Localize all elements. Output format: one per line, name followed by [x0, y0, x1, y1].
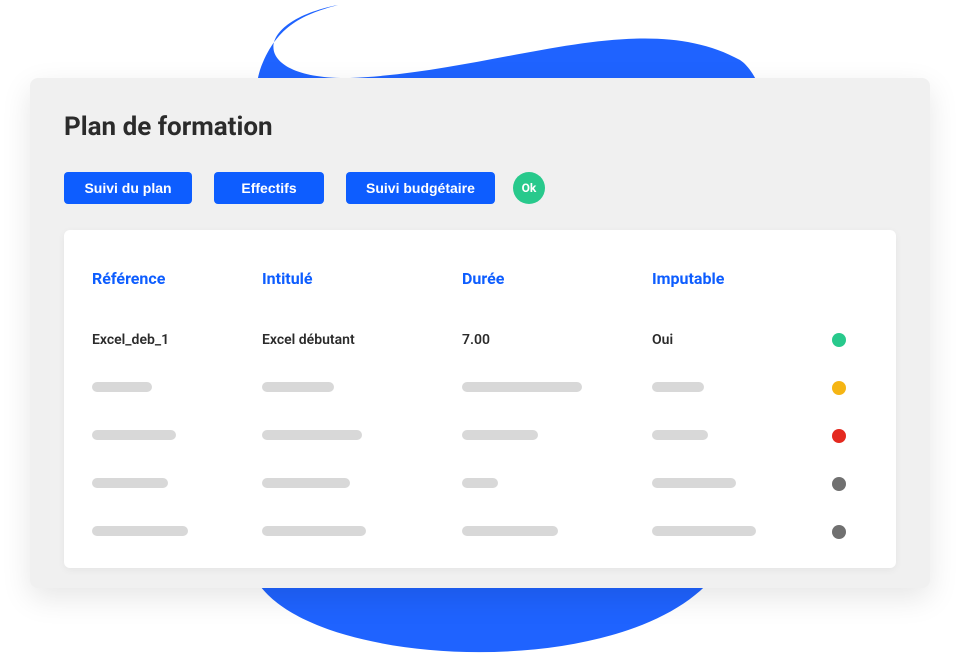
status-dot: [832, 429, 846, 443]
skeleton-placeholder: [462, 526, 558, 536]
training-plan-panel: Plan de formation Suivi du plan Effectif…: [30, 78, 930, 588]
col-header-imputable: Imputable: [652, 269, 832, 288]
skeleton-placeholder: [262, 430, 362, 440]
status-dot: [832, 525, 846, 539]
tab-suivi-budgetaire[interactable]: Suivi budgétaire: [346, 172, 495, 204]
skeleton-placeholder: [462, 382, 582, 392]
cell-duree: [462, 428, 652, 444]
ok-badge: Ok: [513, 172, 545, 204]
col-header-duree: Durée: [462, 269, 652, 288]
status-dot: [832, 477, 846, 491]
skeleton-placeholder: [92, 430, 176, 440]
col-header-intitule: Intitulé: [262, 269, 462, 288]
table-row[interactable]: [92, 364, 868, 412]
cell-reference: [92, 428, 262, 444]
cell-duree: 7.00: [462, 332, 652, 348]
status-dot: [832, 333, 846, 347]
status-dot: [832, 381, 846, 395]
skeleton-placeholder: [462, 430, 538, 440]
toolbar: Suivi du plan Effectifs Suivi budgétaire…: [64, 172, 896, 204]
skeleton-placeholder: [92, 478, 168, 488]
cell-intitule: [262, 524, 462, 540]
skeleton-placeholder: [462, 478, 498, 488]
tab-effectifs[interactable]: Effectifs: [214, 172, 324, 204]
cell-reference: Excel_deb_1: [92, 332, 262, 348]
cell-duree: [462, 476, 652, 492]
skeleton-placeholder: [652, 430, 708, 440]
cell-intitule: [262, 380, 462, 396]
skeleton-placeholder: [652, 382, 704, 392]
page-title: Plan de formation: [64, 112, 896, 142]
skeleton-placeholder: [652, 478, 736, 488]
cell-imputable: Oui: [652, 332, 832, 348]
cell-imputable: [652, 428, 832, 444]
cell-intitule: Excel débutant: [262, 332, 462, 348]
table-row[interactable]: [92, 460, 868, 508]
cell-imputable: [652, 380, 832, 396]
skeleton-placeholder: [262, 478, 350, 488]
cell-imputable: [652, 476, 832, 492]
tab-suivi-du-plan[interactable]: Suivi du plan: [64, 172, 192, 204]
skeleton-placeholder: [652, 526, 756, 536]
training-table-card: Référence Intitulé Durée Imputable Excel…: [64, 230, 896, 568]
cell-intitule: [262, 476, 462, 492]
skeleton-placeholder: [262, 382, 334, 392]
cell-reference: [92, 380, 262, 396]
skeleton-placeholder: [92, 382, 152, 392]
table-row[interactable]: [92, 412, 868, 460]
table-header: Référence Intitulé Durée Imputable: [92, 258, 868, 298]
skeleton-placeholder: [92, 526, 188, 536]
cell-intitule: [262, 428, 462, 444]
cell-reference: [92, 476, 262, 492]
table-row[interactable]: [92, 508, 868, 556]
skeleton-placeholder: [262, 526, 366, 536]
cell-duree: [462, 524, 652, 540]
col-header-reference: Référence: [92, 269, 262, 288]
cell-duree: [462, 380, 652, 396]
table-row[interactable]: Excel_deb_1Excel débutant7.00Oui: [92, 316, 868, 364]
cell-imputable: [652, 524, 832, 540]
cell-reference: [92, 524, 262, 540]
